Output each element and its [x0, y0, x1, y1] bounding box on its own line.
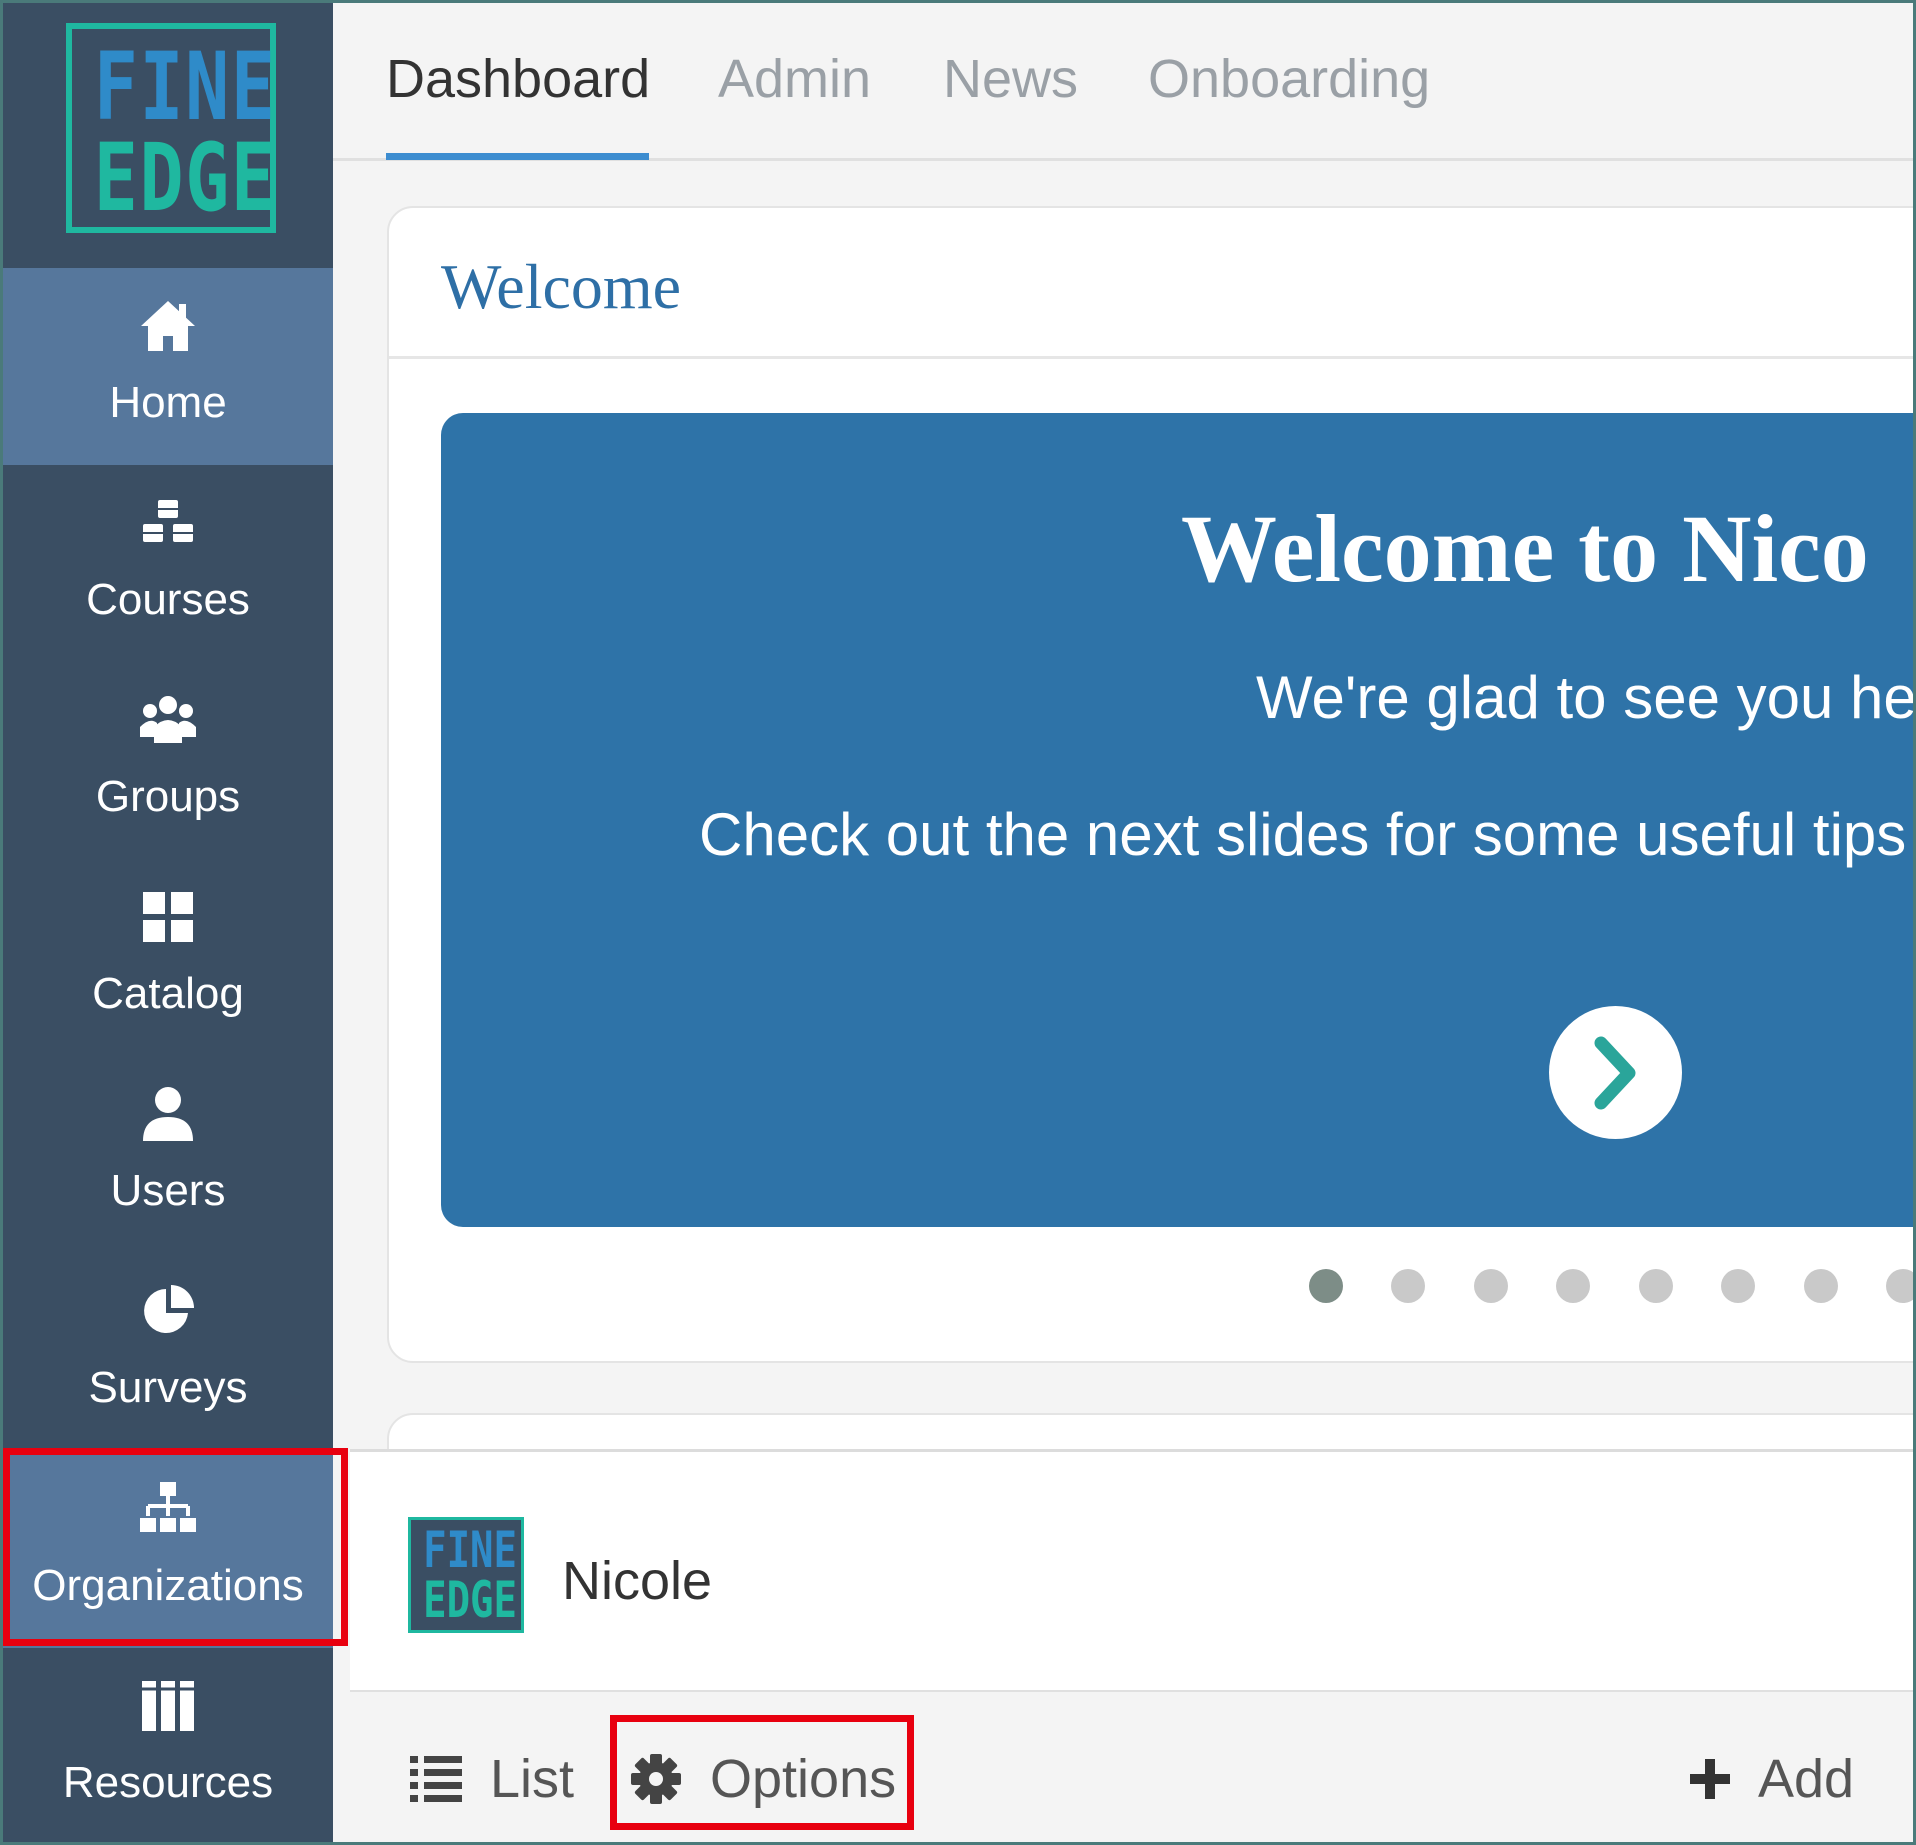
active-tab-indicator	[386, 153, 649, 160]
sidebar-item-label: Catalog	[92, 969, 244, 1018]
welcome-slide: Welcome to Nico We're glad to see you he…	[441, 413, 1916, 1227]
slide-dot[interactable]	[1804, 1269, 1838, 1303]
organization-panel: FINE EDGE Nicole List Options Add	[350, 1449, 1913, 1842]
slide-dot[interactable]	[1639, 1269, 1673, 1303]
organization-name: Nicole	[562, 1551, 713, 1611]
organization-toolbar: List Options Add	[350, 1690, 1913, 1842]
card-divider	[389, 356, 1913, 359]
app-window: FINE EDGE Home Courses Groups Catalog Us…	[0, 0, 1916, 1845]
sitemap-icon	[3, 1479, 333, 1539]
home-icon	[3, 296, 333, 356]
sidebar-item-label: Resources	[62, 1758, 274, 1807]
cubes-icon	[3, 493, 333, 553]
slide-pagination	[389, 1269, 1913, 1309]
org-logo-line-1: FINE	[423, 1521, 518, 1579]
logo-line-1: FINE	[93, 33, 277, 142]
add-label: Add	[1758, 1749, 1855, 1809]
options-label: Options	[710, 1749, 897, 1809]
sidebar-item-label: Users	[110, 1166, 226, 1215]
users-group-icon	[3, 690, 333, 750]
list-icon	[410, 1754, 462, 1804]
sidebar-item-surveys[interactable]: Surveys	[3, 1253, 333, 1450]
list-button[interactable]: List	[410, 1744, 574, 1814]
gear-icon	[630, 1753, 682, 1805]
list-label: List	[490, 1749, 575, 1809]
add-button[interactable]: Add	[1690, 1744, 1854, 1814]
pie-chart-icon	[3, 1281, 333, 1341]
slide-dot[interactable]	[1309, 1269, 1343, 1303]
grid-icon	[3, 887, 333, 947]
slide-dot[interactable]	[1391, 1269, 1425, 1303]
sidebar-item-label: Surveys	[88, 1363, 248, 1412]
tab-dashboard[interactable]: Dashboard	[386, 48, 650, 110]
chevron-right-icon	[1594, 1036, 1635, 1109]
sidebar-item-label: Organizations	[32, 1561, 304, 1610]
sidebar-item-label: Courses	[86, 575, 250, 624]
slide-heading: Welcome to Nico	[1181, 495, 1869, 602]
tab-onboarding[interactable]: Onboarding	[1148, 48, 1430, 110]
slide-subtitle: We're glad to see you her	[1256, 664, 1916, 731]
sidebar-item-courses[interactable]: Courses	[3, 465, 333, 662]
organization-logo: FINE EDGE	[408, 1517, 524, 1633]
fine-edge-logo[interactable]: FINE EDGE	[66, 23, 276, 233]
sidebar-item-catalog[interactable]: Catalog	[3, 859, 333, 1056]
sidebar-item-label: Home	[109, 378, 227, 427]
tab-news[interactable]: News	[943, 48, 1078, 110]
org-logo-line-2: EDGE	[423, 1571, 518, 1629]
slide-dot[interactable]	[1886, 1269, 1913, 1303]
sidebar-item-groups[interactable]: Groups	[3, 662, 333, 859]
sidebar-item-label: Groups	[95, 772, 241, 821]
slide-dot[interactable]	[1721, 1269, 1755, 1303]
slide-dot[interactable]	[1474, 1269, 1508, 1303]
slide-dot[interactable]	[1556, 1269, 1590, 1303]
user-icon	[3, 1084, 333, 1144]
next-slide-button[interactable]	[1549, 1006, 1682, 1139]
sidebar-item-home[interactable]: Home	[3, 268, 333, 465]
logo-area: FINE EDGE	[3, 3, 333, 268]
options-button[interactable]: Options	[630, 1744, 896, 1814]
slide-tips: Check out the next slides for some usefu…	[699, 801, 1907, 868]
sidebar-item-users[interactable]: Users	[3, 1056, 333, 1253]
card-title: Welcome	[441, 251, 682, 322]
organization-row[interactable]: FINE EDGE Nicole	[350, 1452, 1913, 1690]
sidebar-item-resources[interactable]: Resources	[3, 1648, 333, 1842]
plus-icon	[1690, 1759, 1730, 1799]
books-icon	[3, 1676, 333, 1736]
sidebar: FINE EDGE Home Courses Groups Catalog Us…	[3, 3, 333, 1842]
sidebar-item-organizations[interactable]: Organizations	[3, 1451, 333, 1648]
tab-admin[interactable]: Admin	[718, 48, 871, 110]
top-tabs: Dashboard Admin News Onboarding	[333, 3, 1913, 161]
logo-line-2: EDGE	[93, 124, 277, 233]
welcome-card: Welcome Welcome to Nico We're glad to se…	[387, 206, 1916, 1363]
